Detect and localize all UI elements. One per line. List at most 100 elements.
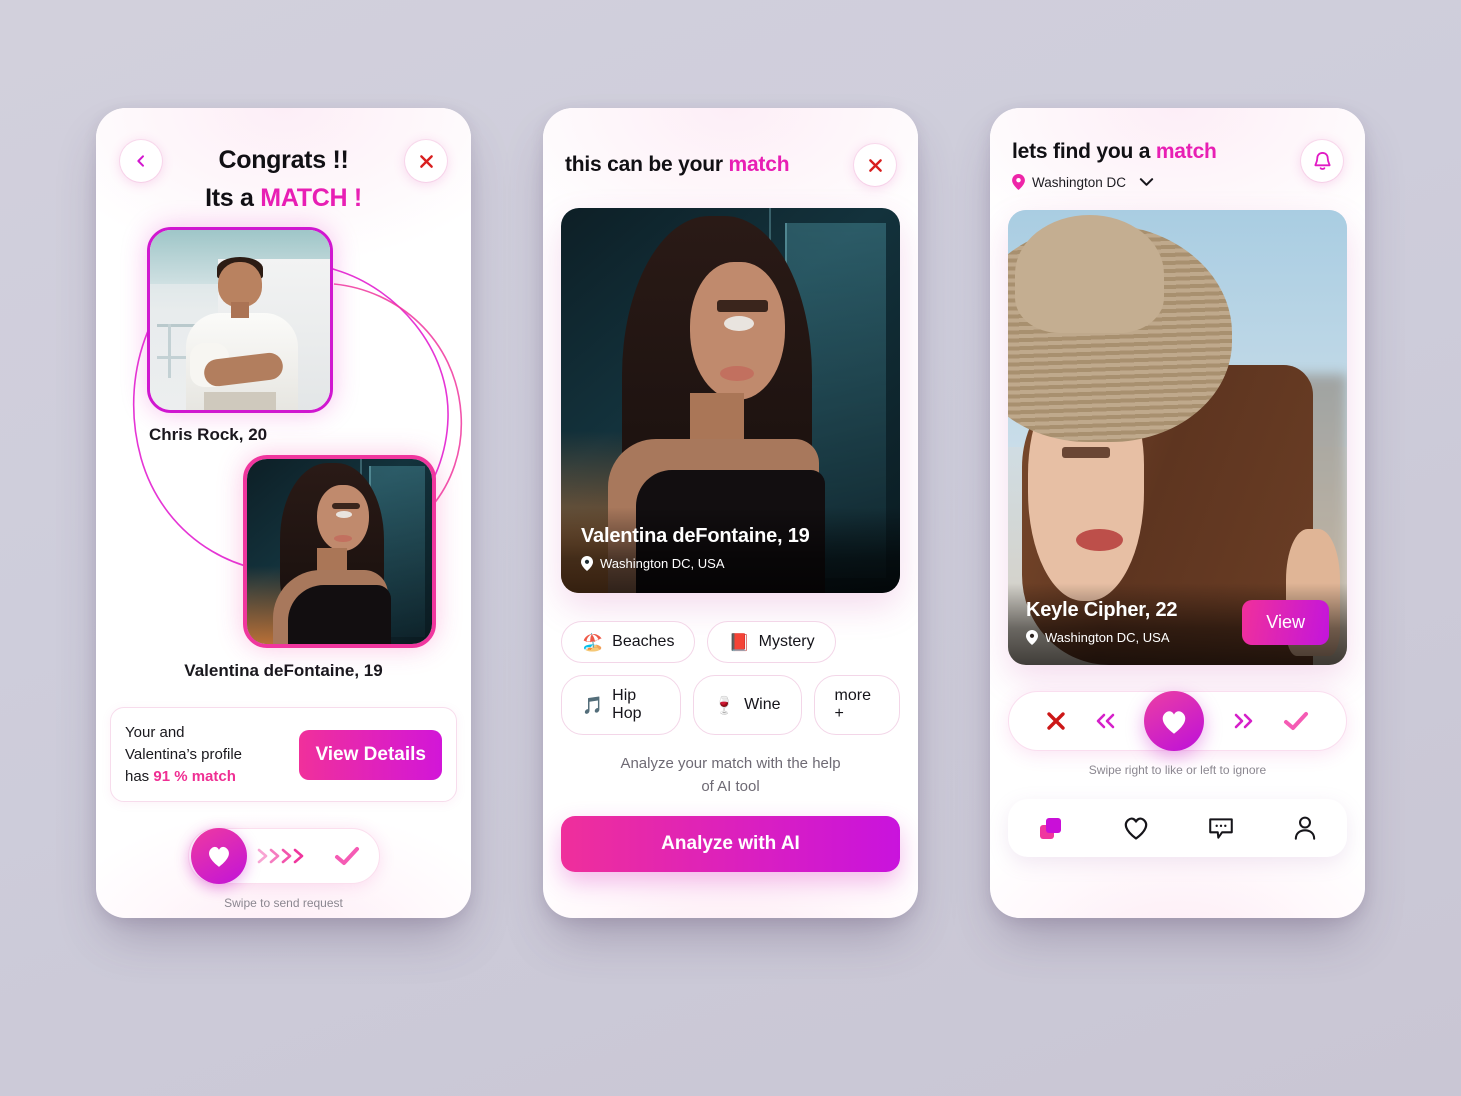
swipe-to-send-slider[interactable] xyxy=(187,828,380,885)
triple-chevron-right-icon xyxy=(257,848,303,864)
match-photo-card[interactable]: Valentina deFontaine, 19 Washington DC, … xyxy=(561,208,900,593)
screen3-title-highlight: match xyxy=(1155,140,1217,163)
wine-glass-icon: 🍷 xyxy=(713,695,736,715)
match-photo-caption: Valentina deFontaine, 19 Washington DC, … xyxy=(561,507,900,593)
ai-analyze-note: Analyze your match with the help of AI t… xyxy=(543,753,918,798)
screen2-header: this can be your match xyxy=(543,108,918,186)
congrats-line: Congrats !! xyxy=(218,146,349,174)
screen3-header-left: lets find you a match Washington DC xyxy=(1012,140,1217,190)
interest-tag-label: Hip Hop xyxy=(612,687,642,722)
match-text-line2: Valentina’s profile xyxy=(125,745,243,763)
screens-container: Congrats !! Its a MATCH ! Chris Rock, 20… xyxy=(0,0,1461,1096)
match-text-line3: has 91 % match xyxy=(125,766,242,788)
ai-note-line2: of AI tool xyxy=(701,777,760,795)
music-note-icon: 🎵 xyxy=(582,695,604,715)
close-icon xyxy=(419,154,433,168)
interest-tag-beaches[interactable]: 🏖️ Beaches xyxy=(561,621,696,663)
discover-actions: Swipe right to like or left to ignore xyxy=(1008,691,1347,777)
analyze-with-ai-button[interactable]: Analyze with AI xyxy=(561,816,900,872)
swipe-confirm-check[interactable] xyxy=(321,844,373,868)
ai-note-line1: Analyze your match with the help xyxy=(620,755,841,772)
match-text-line3-prefix: has xyxy=(125,767,154,785)
double-chevron-left-icon xyxy=(1096,713,1115,729)
screen3-title-prefix: lets find you a xyxy=(1012,140,1156,163)
swipe-hint-text: Swipe to send request xyxy=(224,896,343,911)
reject-button[interactable] xyxy=(1044,709,1068,733)
interest-tags-row-2: 🎵 Hip Hop 🍷 Wine more + xyxy=(561,675,900,735)
bottom-navigation xyxy=(1008,799,1347,857)
discover-photo-card[interactable]: Keyle Cipher, 22 Washington DC, USA View xyxy=(1008,210,1347,665)
interest-tag-label: Wine xyxy=(744,696,781,713)
phone-screen-discover: lets find you a match Washington DC Keyl… xyxy=(990,108,1365,918)
heart-filled-icon xyxy=(1163,710,1186,734)
check-icon xyxy=(1284,712,1309,730)
screen2-title-prefix: this can be your xyxy=(565,153,729,176)
location-dropdown-toggle[interactable] xyxy=(1139,177,1154,187)
profile-name-valentina: Valentina deFontaine, 19 xyxy=(184,661,383,680)
interest-tag-label: Mystery xyxy=(758,633,815,650)
match-percentage-card: Your and Valentina’s profile has 91 % ma… xyxy=(110,707,457,803)
match-line: Its a MATCH ! xyxy=(162,180,405,218)
screen3-title: lets find you a match xyxy=(1012,140,1217,164)
screen2-title: this can be your match xyxy=(565,153,790,177)
previous-button[interactable] xyxy=(1093,711,1119,731)
heart-filled-icon xyxy=(208,847,229,868)
match-text-line1: Your and xyxy=(125,724,185,741)
close-icon xyxy=(868,158,882,172)
accept-button[interactable] xyxy=(1281,709,1311,733)
swipe-hint-text: Swipe right to like or left to ignore xyxy=(1088,763,1267,777)
location-label: Washington DC xyxy=(1032,174,1127,190)
heart-outline-icon xyxy=(1124,817,1148,840)
tab-messages[interactable] xyxy=(1207,815,1235,841)
match-location-text: Washington DC, USA xyxy=(600,556,725,571)
next-button[interactable] xyxy=(1230,711,1256,731)
swipe-request-area: Swipe to send request xyxy=(96,828,471,910)
profile-photo-chris[interactable] xyxy=(147,227,333,413)
matched-profiles: Chris Rock, 20 Valentina deFontaine, 19 xyxy=(96,227,471,681)
discover-caption-text: Keyle Cipher, 22 Washington DC, USA xyxy=(1026,599,1178,645)
bell-icon xyxy=(1313,151,1331,170)
interest-tag-more[interactable]: more + xyxy=(813,675,900,735)
discover-location: Washington DC, USA xyxy=(1026,630,1177,645)
back-button[interactable] xyxy=(120,140,162,182)
map-pin-icon xyxy=(1012,174,1025,190)
interest-tags-row-1: 🏖️ Beaches 📕 Mystery xyxy=(561,621,900,663)
match-name: Valentina deFontaine, 19 xyxy=(581,525,810,547)
interest-tag-label: Beaches xyxy=(612,633,675,650)
chevron-down-icon xyxy=(1139,178,1154,186)
close-icon xyxy=(1046,712,1065,730)
swipe-handle[interactable] xyxy=(190,828,247,885)
view-details-button[interactable]: View Details xyxy=(299,729,442,780)
match-location: Washington DC, USA xyxy=(581,556,880,571)
phone-screen-match-congrats: Congrats !! Its a MATCH ! Chris Rock, 20… xyxy=(96,108,471,918)
discover-location-text: Washington DC, USA xyxy=(1045,630,1170,645)
interest-tag-hiphop[interactable]: 🎵 Hip Hop xyxy=(561,675,681,735)
like-button[interactable] xyxy=(1144,691,1205,751)
person-icon xyxy=(1295,816,1316,840)
match-percentage-text: Your and Valentina’s profile has 91 % ma… xyxy=(125,722,242,787)
swipe-chevrons xyxy=(253,846,315,866)
interest-tags: 🏖️ Beaches 📕 Mystery 🎵 Hip Hop 🍷 Wine mo… xyxy=(561,621,900,735)
match-line-prefix: Its a xyxy=(205,183,261,212)
book-icon: 📕 xyxy=(728,632,750,652)
discover-photo-caption: Keyle Cipher, 22 Washington DC, USA View xyxy=(1008,583,1347,665)
interest-tag-wine[interactable]: 🍷 Wine xyxy=(692,675,802,735)
tab-profile[interactable] xyxy=(1292,815,1318,842)
chevron-left-icon xyxy=(137,155,144,167)
screen3-header: lets find you a match Washington DC xyxy=(990,108,1365,190)
beach-icon: 🏖️ xyxy=(582,632,604,652)
close-button[interactable] xyxy=(405,140,447,182)
discover-name: Keyle Cipher, 22 xyxy=(1026,599,1178,621)
tab-cards[interactable] xyxy=(1037,814,1065,842)
tab-likes[interactable] xyxy=(1122,815,1150,841)
view-profile-button[interactable]: View xyxy=(1242,599,1329,645)
interest-tag-mystery[interactable]: 📕 Mystery xyxy=(707,621,836,663)
notifications-button[interactable] xyxy=(1301,140,1343,182)
cards-stack-icon xyxy=(1039,818,1061,839)
swipe-action-bar xyxy=(1008,691,1347,751)
close-button[interactable] xyxy=(854,144,896,186)
man-in-white-shirt-photo xyxy=(150,230,330,410)
location-selector[interactable]: Washington DC xyxy=(1012,174,1217,190)
match-percentage-value: 91 % match xyxy=(153,767,236,785)
profile-photo-valentina[interactable] xyxy=(243,455,436,648)
